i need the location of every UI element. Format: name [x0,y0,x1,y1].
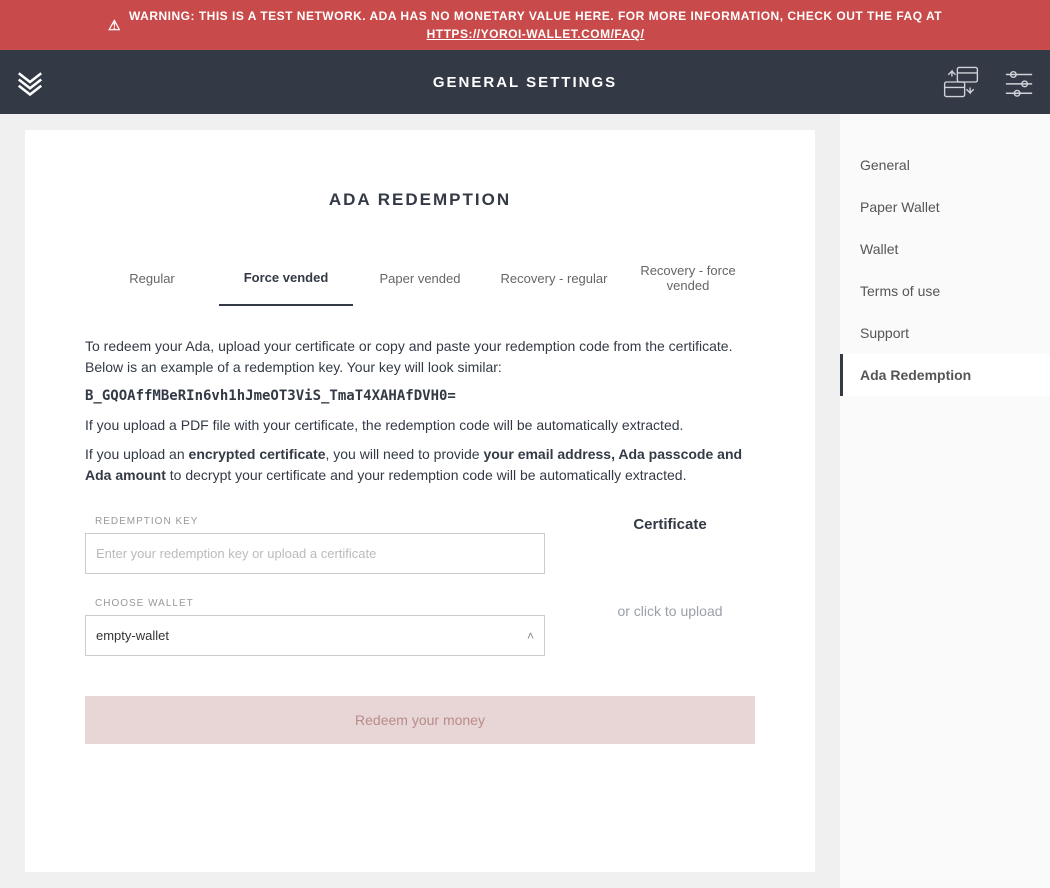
redemption-key-input[interactable] [85,533,545,574]
certificate-hint: or click to upload [585,603,755,619]
warning-icon: ⚠ [108,17,121,34]
settings-sliders-icon[interactable] [998,61,1040,103]
page-title: GENERAL SETTINGS [0,74,1050,91]
sidebar-item-wallet[interactable]: Wallet [840,228,1050,270]
brand-icon[interactable] [10,62,50,102]
wallets-switch-icon[interactable] [940,61,982,103]
tab-regular[interactable]: Regular [85,250,219,306]
redeem-button[interactable]: Redeem your money [85,696,755,744]
tab-force-vended[interactable]: Force vended [219,250,353,306]
choose-wallet-label: CHOOSE WALLET [85,598,545,609]
instruction-p2: If you upload a PDF file with your certi… [85,415,755,436]
sidebar-item-support[interactable]: Support [840,312,1050,354]
example-key: B_GQOAffMBeRIn6vh1hJmeOT3ViS_TmaT4XAHAfD… [85,386,755,407]
tab-recovery-force-vended[interactable]: Recovery - force vended [621,250,755,306]
tab-recovery-regular[interactable]: Recovery - regular [487,250,621,306]
certificate-title: Certificate [585,516,755,533]
redemption-type-tabs: Regular Force vended Paper vended Recove… [85,250,755,306]
instructions: To redeem your Ada, upload your certific… [85,336,755,486]
instruction-p3: If you upload an encrypted certificate, … [85,444,755,486]
certificate-dropzone[interactable]: Certificate or click to upload [585,516,755,656]
sidebar-item-terms[interactable]: Terms of use [840,270,1050,312]
content-panel: ADA REDEMPTION Regular Force vended Pape… [25,130,815,872]
top-bar: GENERAL SETTINGS [0,50,1050,114]
tab-paper-vended[interactable]: Paper vended [353,250,487,306]
choose-wallet-value: empty-wallet [96,628,169,643]
choose-wallet-select[interactable]: empty-wallet ˄ [85,615,545,656]
warning-banner: ⚠ WARNING: THIS IS A TEST NETWORK. ADA H… [0,0,1050,50]
form-title: ADA REDEMPTION [85,190,755,210]
chevron-up-icon: ˄ [527,629,534,643]
sidebar-item-paper-wallet[interactable]: Paper Wallet [840,186,1050,228]
warning-faq-link[interactable]: HTTPS://YOROI-WALLET.COM/FAQ/ [427,27,645,41]
warning-text: WARNING: THIS IS A TEST NETWORK. ADA HAS… [129,9,942,23]
sidebar-item-ada-redemption[interactable]: Ada Redemption [840,354,1050,396]
sidebar-item-general[interactable]: General [840,144,1050,186]
instruction-p1: To redeem your Ada, upload your certific… [85,336,755,378]
settings-sidebar: General Paper Wallet Wallet Terms of use… [840,114,1050,888]
redemption-key-label: REDEMPTION KEY [85,516,545,527]
